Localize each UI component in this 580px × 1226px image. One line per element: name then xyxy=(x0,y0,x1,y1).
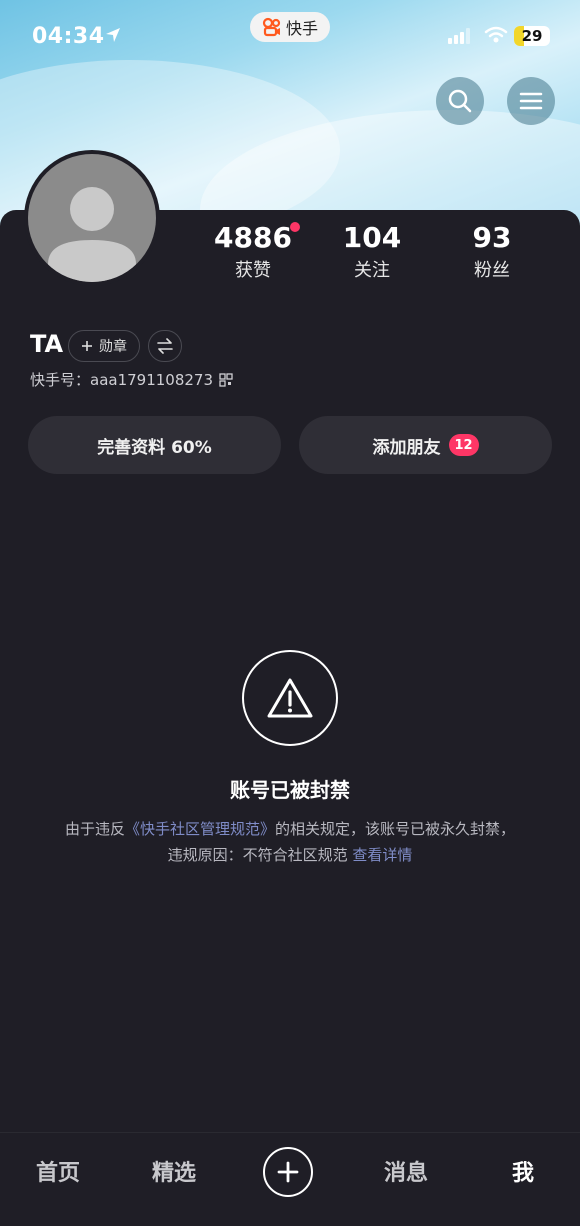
tab-messages[interactable]: 消息 xyxy=(366,1155,446,1187)
create-button[interactable] xyxy=(263,1147,313,1197)
stat-following[interactable]: 104 关注 xyxy=(312,222,432,282)
stat-value: 104 xyxy=(342,221,402,254)
create-plus-icon xyxy=(277,1161,299,1183)
tab-me[interactable]: 我 xyxy=(483,1155,563,1187)
signal-icon xyxy=(448,28,470,44)
tab-featured[interactable]: 精选 xyxy=(134,1155,214,1187)
community-rules-link[interactable]: 《快手社区管理规范》 xyxy=(125,820,275,838)
profile-name: TA xyxy=(30,330,64,358)
menu-button[interactable] xyxy=(507,77,555,125)
tab-home[interactable]: 首页 xyxy=(18,1155,98,1187)
app-indicator[interactable]: 快手 xyxy=(250,12,330,42)
stat-value: 93 xyxy=(472,221,512,254)
friend-request-count-badge: 12 xyxy=(448,434,479,456)
badge-button[interactable]: 勋章 xyxy=(68,330,140,362)
account-id-row[interactable]: 快手号：aaa1791108273 xyxy=(30,369,233,390)
add-friend-label: 添加朋友 xyxy=(372,437,441,458)
avatar[interactable] xyxy=(24,150,160,286)
ban-desc-prefix: 由于违反 xyxy=(64,820,125,838)
bottom-tab-bar: 首页 精选 消息 我 xyxy=(0,1132,580,1226)
view-details-link[interactable]: 查看详情 xyxy=(352,846,412,864)
switch-icon xyxy=(157,338,173,354)
add-friend-button[interactable]: 添加朋友 12 xyxy=(299,416,552,474)
stat-followers[interactable]: 93 粉丝 xyxy=(432,222,552,282)
avatar-placeholder-icon xyxy=(28,154,156,282)
menu-icon xyxy=(519,92,543,110)
switch-account-button[interactable] xyxy=(148,330,182,362)
notification-dot xyxy=(290,222,300,232)
warning-icon xyxy=(267,678,313,718)
battery-indicator: 29 xyxy=(514,26,550,46)
stat-label: 关注 xyxy=(354,260,390,281)
status-time: 04:34 xyxy=(32,24,105,49)
badge-button-label: 勋章 xyxy=(99,339,127,355)
status-bar: 04:34 快手 29 xyxy=(0,12,580,58)
account-id: 快手号：aaa1791108273 xyxy=(30,371,214,389)
complete-profile-label: 完善资料 60% xyxy=(97,437,212,458)
location-arrow-icon xyxy=(106,28,120,42)
plus-icon xyxy=(82,341,92,351)
ban-description: 由于违反《快手社区管理规范》的相关规定，该账号已被永久封禁，违规原因：不符合社区… xyxy=(60,816,520,868)
warning-badge xyxy=(242,650,338,746)
battery-level: 29 xyxy=(521,27,543,45)
stat-label: 粉丝 xyxy=(474,260,510,281)
search-icon xyxy=(448,89,472,113)
complete-profile-button[interactable]: 完善资料 60% xyxy=(28,416,281,474)
app-name: 快手 xyxy=(285,19,318,38)
search-button[interactable] xyxy=(436,77,484,125)
wifi-icon xyxy=(484,26,508,43)
qr-code-icon[interactable] xyxy=(219,372,233,387)
stat-label: 获赞 xyxy=(235,260,271,281)
ban-title: 账号已被封禁 xyxy=(230,778,350,802)
kuaishou-logo-icon xyxy=(262,17,281,37)
